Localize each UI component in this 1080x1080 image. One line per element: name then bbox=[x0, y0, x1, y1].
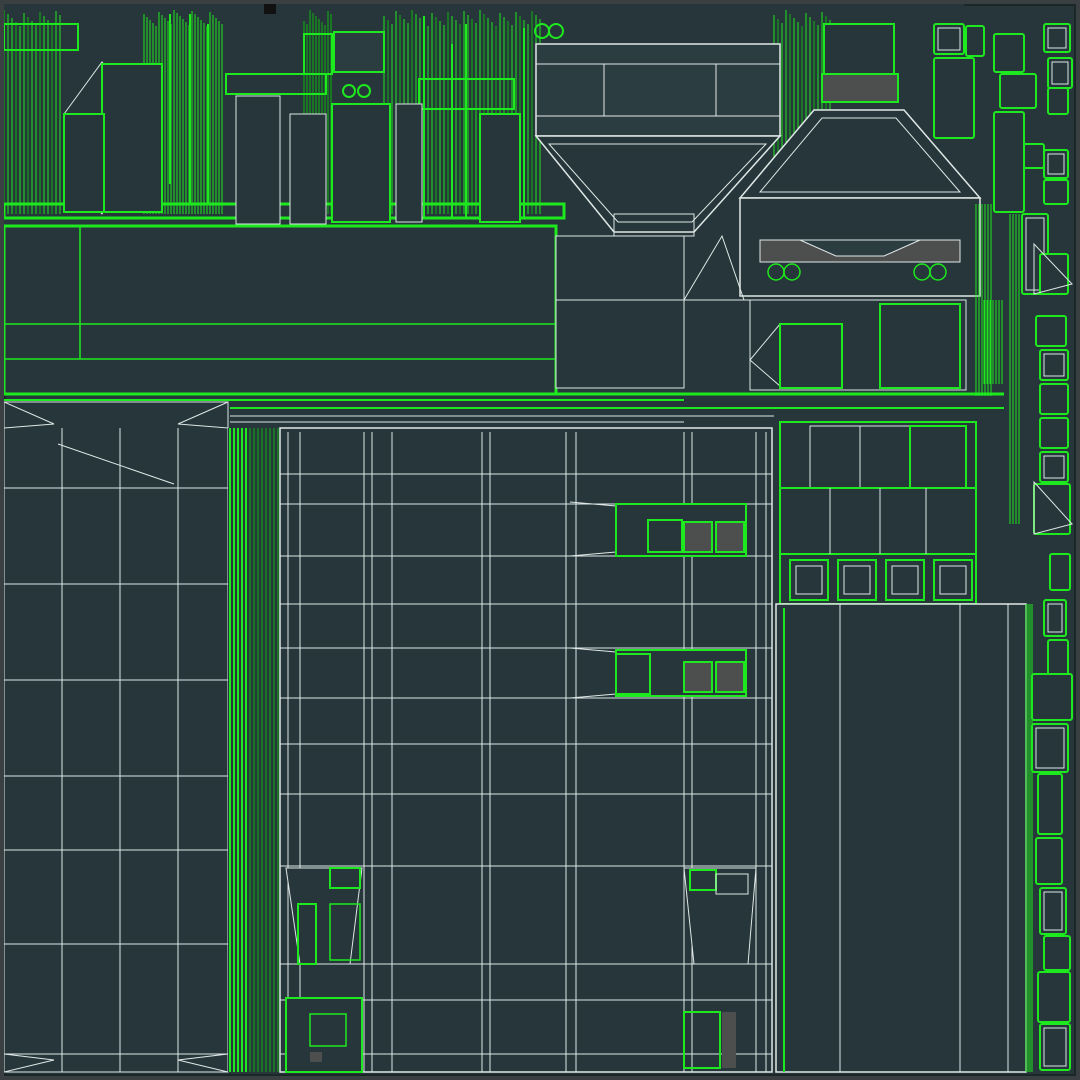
small-uv-island bbox=[1049, 553, 1071, 591]
small-uv-island bbox=[1043, 599, 1067, 637]
small-uv-island bbox=[1043, 179, 1069, 205]
small-uv-island bbox=[1043, 935, 1071, 971]
small-uv-island bbox=[1039, 253, 1069, 295]
small-uv-island bbox=[993, 33, 1025, 73]
small-uv-island bbox=[1047, 87, 1069, 115]
small-uv-island bbox=[1035, 315, 1067, 347]
small-uv-island bbox=[1035, 837, 1063, 885]
small-uv-island bbox=[1039, 417, 1069, 449]
right-grid-block bbox=[779, 421, 977, 605]
uv-texture-sheet bbox=[4, 4, 1076, 1076]
small-uv-island bbox=[1021, 143, 1045, 169]
small-uv-island bbox=[1039, 383, 1069, 415]
green-seam-column bbox=[228, 428, 280, 1072]
small-uv-island bbox=[1047, 639, 1069, 677]
small-uv-island bbox=[933, 57, 975, 139]
right-edge-strip bbox=[1025, 604, 1033, 1072]
small-uv-island bbox=[1037, 773, 1063, 835]
small-uv-island bbox=[1031, 673, 1073, 721]
small-uv-island bbox=[1033, 483, 1071, 535]
small-uv-island bbox=[993, 111, 1025, 213]
right-column-panel bbox=[775, 603, 1027, 1073]
small-uv-island bbox=[1031, 723, 1069, 773]
small-uv-island bbox=[965, 25, 985, 57]
uv-wireframe-canvas bbox=[4, 4, 1073, 1073]
uv-viewport bbox=[0, 0, 1080, 1080]
small-uv-island bbox=[999, 73, 1037, 109]
left-wall-panel bbox=[4, 401, 229, 1073]
small-uv-island bbox=[1037, 971, 1071, 1023]
